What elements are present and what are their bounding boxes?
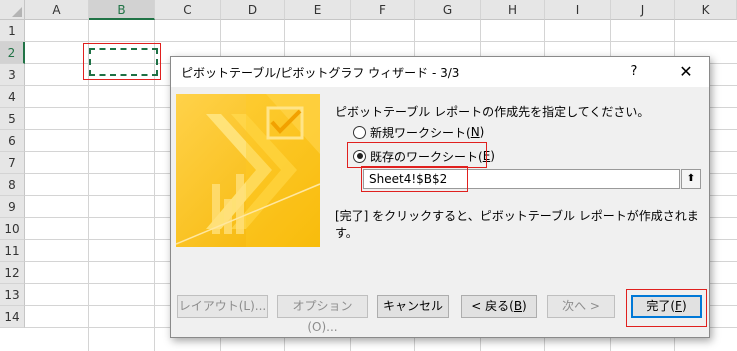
row-header-10[interactable]: 10 [0,218,25,240]
dialog-title: ピボットテーブル/ピボットグラフ ウィザード - 3/3 [181,66,460,80]
column-header-b[interactable]: B [89,0,155,20]
row-header-12[interactable]: 12 [0,262,25,284]
wizard-illustration [176,94,320,247]
row-header-13[interactable]: 13 [0,284,25,306]
gridline [25,41,737,42]
column-header-e[interactable]: E [285,0,351,20]
destination-prompt: ピボットテーブル レポートの作成先を指定してください。 [335,105,650,119]
row-header-1[interactable]: 1 [0,20,25,42]
row-header-8[interactable]: 8 [0,174,25,196]
back-button-tail: ) [522,299,527,313]
cancel-button[interactable]: キャンセル [377,295,449,318]
row-header-5[interactable]: 5 [0,108,25,130]
column-header-i[interactable]: I [545,0,611,20]
row-header-4[interactable]: 4 [0,86,25,108]
column-header-h[interactable]: H [481,0,545,20]
radio-highlight-annotation [347,142,487,168]
radio-new-accesskey: N [470,125,480,139]
row-header-7[interactable]: 7 [0,152,25,174]
column-header-f[interactable]: F [351,0,415,20]
layout-button[interactable]: レイアウト(L)... [177,295,268,318]
row-header-9[interactable]: 9 [0,196,25,218]
upload-arrow-icon: ⬆ [686,173,696,184]
column-header-k[interactable]: K [675,0,737,20]
column-header-g[interactable]: G [415,0,481,20]
excel-window: A B C D E F G H I J K 1 2 3 4 5 6 7 8 9 … [0,0,737,351]
options-button[interactable]: オプション(O)... [277,295,368,334]
select-all-corner[interactable] [0,0,25,20]
dialog-titlebar[interactable]: ピボットテーブル/ピボットグラフ ウィザード - 3/3 ? ✕ [171,57,709,87]
radio-new-worksheet[interactable]: 新規ワークシート(N) [353,123,484,141]
next-button[interactable]: 次へ > [547,295,615,318]
radio-new-label-tail: ) [479,125,485,139]
row-header-14[interactable]: 14 [0,306,25,328]
column-header-j[interactable]: J [611,0,675,20]
column-header-d[interactable]: D [221,0,285,20]
range-highlight-annotation [361,166,468,192]
back-button-label: < 戻る( [471,299,514,313]
column-header-c[interactable]: C [155,0,221,20]
cell-highlight-annotation [83,43,161,80]
finish-highlight-annotation [626,289,707,327]
finish-info-text: [完了] をクリックすると、ピボットテーブル レポートが作成されます。 [335,209,699,240]
help-button[interactable]: ? [619,61,649,83]
row-header-2[interactable]: 2 [0,42,25,64]
back-button-accesskey: B [513,299,523,313]
row-header-6[interactable]: 6 [0,130,25,152]
radio-new-indicator[interactable] [353,125,366,139]
column-header-a[interactable]: A [25,0,89,20]
radio-existing-label-tail: ) [490,149,495,163]
close-button[interactable]: ✕ [671,61,701,83]
collapse-dialog-button[interactable]: ⬆ [681,169,701,189]
radio-new-label: 新規ワークシート( [370,125,471,140]
row-header-3[interactable]: 3 [0,64,25,86]
back-button[interactable]: < 戻る(B) [461,295,537,318]
pivot-wizard-dialog: ピボットテーブル/ピボットグラフ ウィザード - 3/3 ? ✕ ピボットテーブ… [170,56,710,338]
row-header-11[interactable]: 11 [0,240,25,262]
